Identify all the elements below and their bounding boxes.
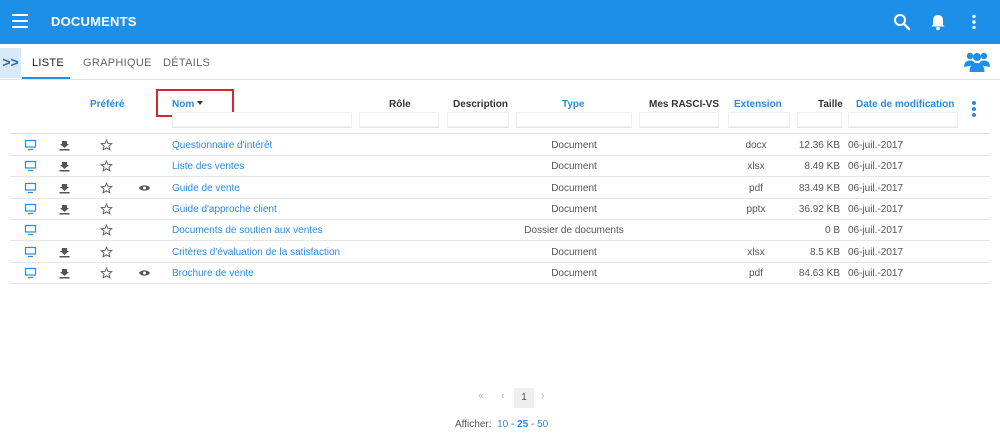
users-icon[interactable] xyxy=(963,47,991,75)
document-size: 0 B xyxy=(824,225,840,237)
filter-type-input[interactable] xyxy=(516,112,632,128)
hamburger-icon[interactable] xyxy=(12,14,28,28)
column-role[interactable]: Rôle xyxy=(389,99,411,110)
star-icon[interactable] xyxy=(100,224,113,236)
table-row[interactable]: Documents de soutien aux ventes Dossier d… xyxy=(10,220,990,242)
column-options-icon[interactable] xyxy=(972,101,976,119)
star-icon[interactable] xyxy=(100,202,113,215)
document-name-link[interactable]: Documents de soutien aux ventes xyxy=(172,225,323,236)
tab-graphique[interactable]: GRAPHIQUE xyxy=(83,57,152,69)
table-row[interactable]: Questionnaire d'intérêt Document docx 12.36… xyxy=(10,135,990,156)
filter-nom-input[interactable] xyxy=(172,112,352,128)
column-date[interactable]: Date de modification xyxy=(856,99,954,110)
expand-sidebar-button[interactable]: >> xyxy=(0,48,21,78)
eye-icon[interactable] xyxy=(138,182,151,194)
document-size: 36.92 KB xyxy=(798,203,840,215)
download-icon[interactable] xyxy=(58,182,71,194)
document-type: Dossier de documents xyxy=(524,225,624,237)
preview-icon[interactable] xyxy=(24,246,37,258)
document-name-link[interactable]: Brochure de vente xyxy=(172,268,254,279)
column-type[interactable]: Type xyxy=(562,99,585,110)
document-size: 84.63 KB xyxy=(798,267,840,279)
tab-bar: >> LISTE GRAPHIQUE DÉTAILS xyxy=(0,44,1000,80)
document-type: Document xyxy=(551,140,597,151)
document-date: 06-juil.-2017 xyxy=(848,246,904,258)
tab-liste[interactable]: LISTE xyxy=(32,57,64,69)
page-size-option[interactable]: 10 xyxy=(497,419,508,430)
page-title: DOCUMENTS xyxy=(51,14,137,29)
column-rasci[interactable]: Mes RASCI-VS xyxy=(649,99,719,110)
preview-icon[interactable] xyxy=(24,203,37,215)
document-date: 06-juil.-2017 xyxy=(848,182,904,194)
document-name-link[interactable]: Critères d'évaluation de la satisfaction xyxy=(172,247,340,258)
current-page[interactable]: 1 xyxy=(514,388,534,408)
star-icon[interactable] xyxy=(100,138,113,151)
eye-icon[interactable] xyxy=(138,267,151,279)
column-taille[interactable]: Taille xyxy=(818,99,843,110)
document-type: Document xyxy=(551,182,597,194)
table-row[interactable]: Brochure de vente Document pdf 84.63 KB 06-j… xyxy=(10,263,990,284)
document-date: 06-juil.-2017 xyxy=(848,225,904,237)
document-date: 06-juil.-2017 xyxy=(848,203,904,215)
page-size-separator: - xyxy=(531,419,535,430)
document-type: Document xyxy=(551,267,597,279)
page-size-option-selected[interactable]: 25 xyxy=(517,419,528,430)
star-icon[interactable] xyxy=(100,160,113,173)
table-row[interactable]: Guide d'approche client Document pptx 36.92… xyxy=(10,199,990,220)
download-icon[interactable] xyxy=(58,160,71,172)
preview-icon[interactable] xyxy=(24,224,37,236)
star-icon[interactable] xyxy=(100,266,113,279)
table-header: Préféré Nom Rôle Description Type Mes RA… xyxy=(10,88,990,134)
tab-details[interactable]: DÉTAILS xyxy=(163,57,210,69)
table-row[interactable]: Critères d'évaluation de la satisfaction… xyxy=(10,242,990,263)
document-size: 12.36 KB xyxy=(798,140,840,151)
preview-icon[interactable] xyxy=(24,160,37,172)
bell-icon[interactable] xyxy=(928,12,948,32)
prev-page-button[interactable]: ‹ xyxy=(501,390,505,402)
document-date: 06-juil.-2017 xyxy=(848,161,904,173)
page-size-selector: Afficher: 10 - 25 - 50 xyxy=(455,419,548,430)
filter-description-input[interactable] xyxy=(447,112,509,128)
document-type: Document xyxy=(551,203,597,215)
download-icon[interactable] xyxy=(58,246,71,258)
document-type: Document xyxy=(551,246,597,258)
document-name-link[interactable]: Liste des ventes xyxy=(172,161,244,172)
document-name-link[interactable]: Guide de vente xyxy=(172,183,240,194)
first-page-button[interactable]: « xyxy=(478,390,484,402)
column-prefere[interactable]: Préféré xyxy=(90,99,124,110)
preview-icon[interactable] xyxy=(24,182,37,194)
document-date: 06-juil.-2017 xyxy=(848,267,904,279)
download-icon[interactable] xyxy=(58,267,71,279)
filter-taille-input[interactable] xyxy=(797,112,842,128)
document-size: 8.5 KB xyxy=(809,246,840,258)
document-type: Document xyxy=(551,161,597,173)
search-icon[interactable] xyxy=(892,12,912,32)
download-icon[interactable] xyxy=(58,139,71,151)
star-icon[interactable] xyxy=(100,181,113,194)
column-description[interactable]: Description xyxy=(453,99,508,110)
document-size: 83.49 KB xyxy=(798,182,840,194)
preview-icon[interactable] xyxy=(24,139,37,151)
filter-rasci-input[interactable] xyxy=(639,112,719,128)
next-page-button[interactable]: › xyxy=(541,390,545,402)
app-bar: DOCUMENTS xyxy=(0,0,1000,44)
document-date: 06-juil.-2017 xyxy=(848,140,904,151)
download-icon[interactable] xyxy=(58,203,71,215)
document-size: 8.49 KB xyxy=(804,161,840,173)
filter-date-input[interactable] xyxy=(848,112,958,128)
preview-icon[interactable] xyxy=(24,267,37,279)
document-name-link[interactable]: Guide d'approche client xyxy=(172,204,277,215)
document-name-link[interactable]: Questionnaire d'intérêt xyxy=(172,140,272,151)
page-size-separator: - xyxy=(510,419,515,430)
page-size-label: Afficher: xyxy=(455,419,492,430)
more-vert-icon[interactable] xyxy=(964,12,984,32)
star-icon[interactable] xyxy=(100,245,113,258)
active-tab-indicator xyxy=(22,77,70,79)
page-size-option[interactable]: 50 xyxy=(537,419,548,430)
table-row[interactable]: Guide de vente Document pdf 83.49 KB 06-juil… xyxy=(10,178,990,199)
column-extension[interactable]: Extension xyxy=(734,99,782,110)
table-row[interactable]: Liste des ventes Document xlsx 8.49 KB 06-ju… xyxy=(10,156,990,178)
filter-extension-input[interactable] xyxy=(728,112,790,128)
filter-role-input[interactable] xyxy=(359,112,439,128)
